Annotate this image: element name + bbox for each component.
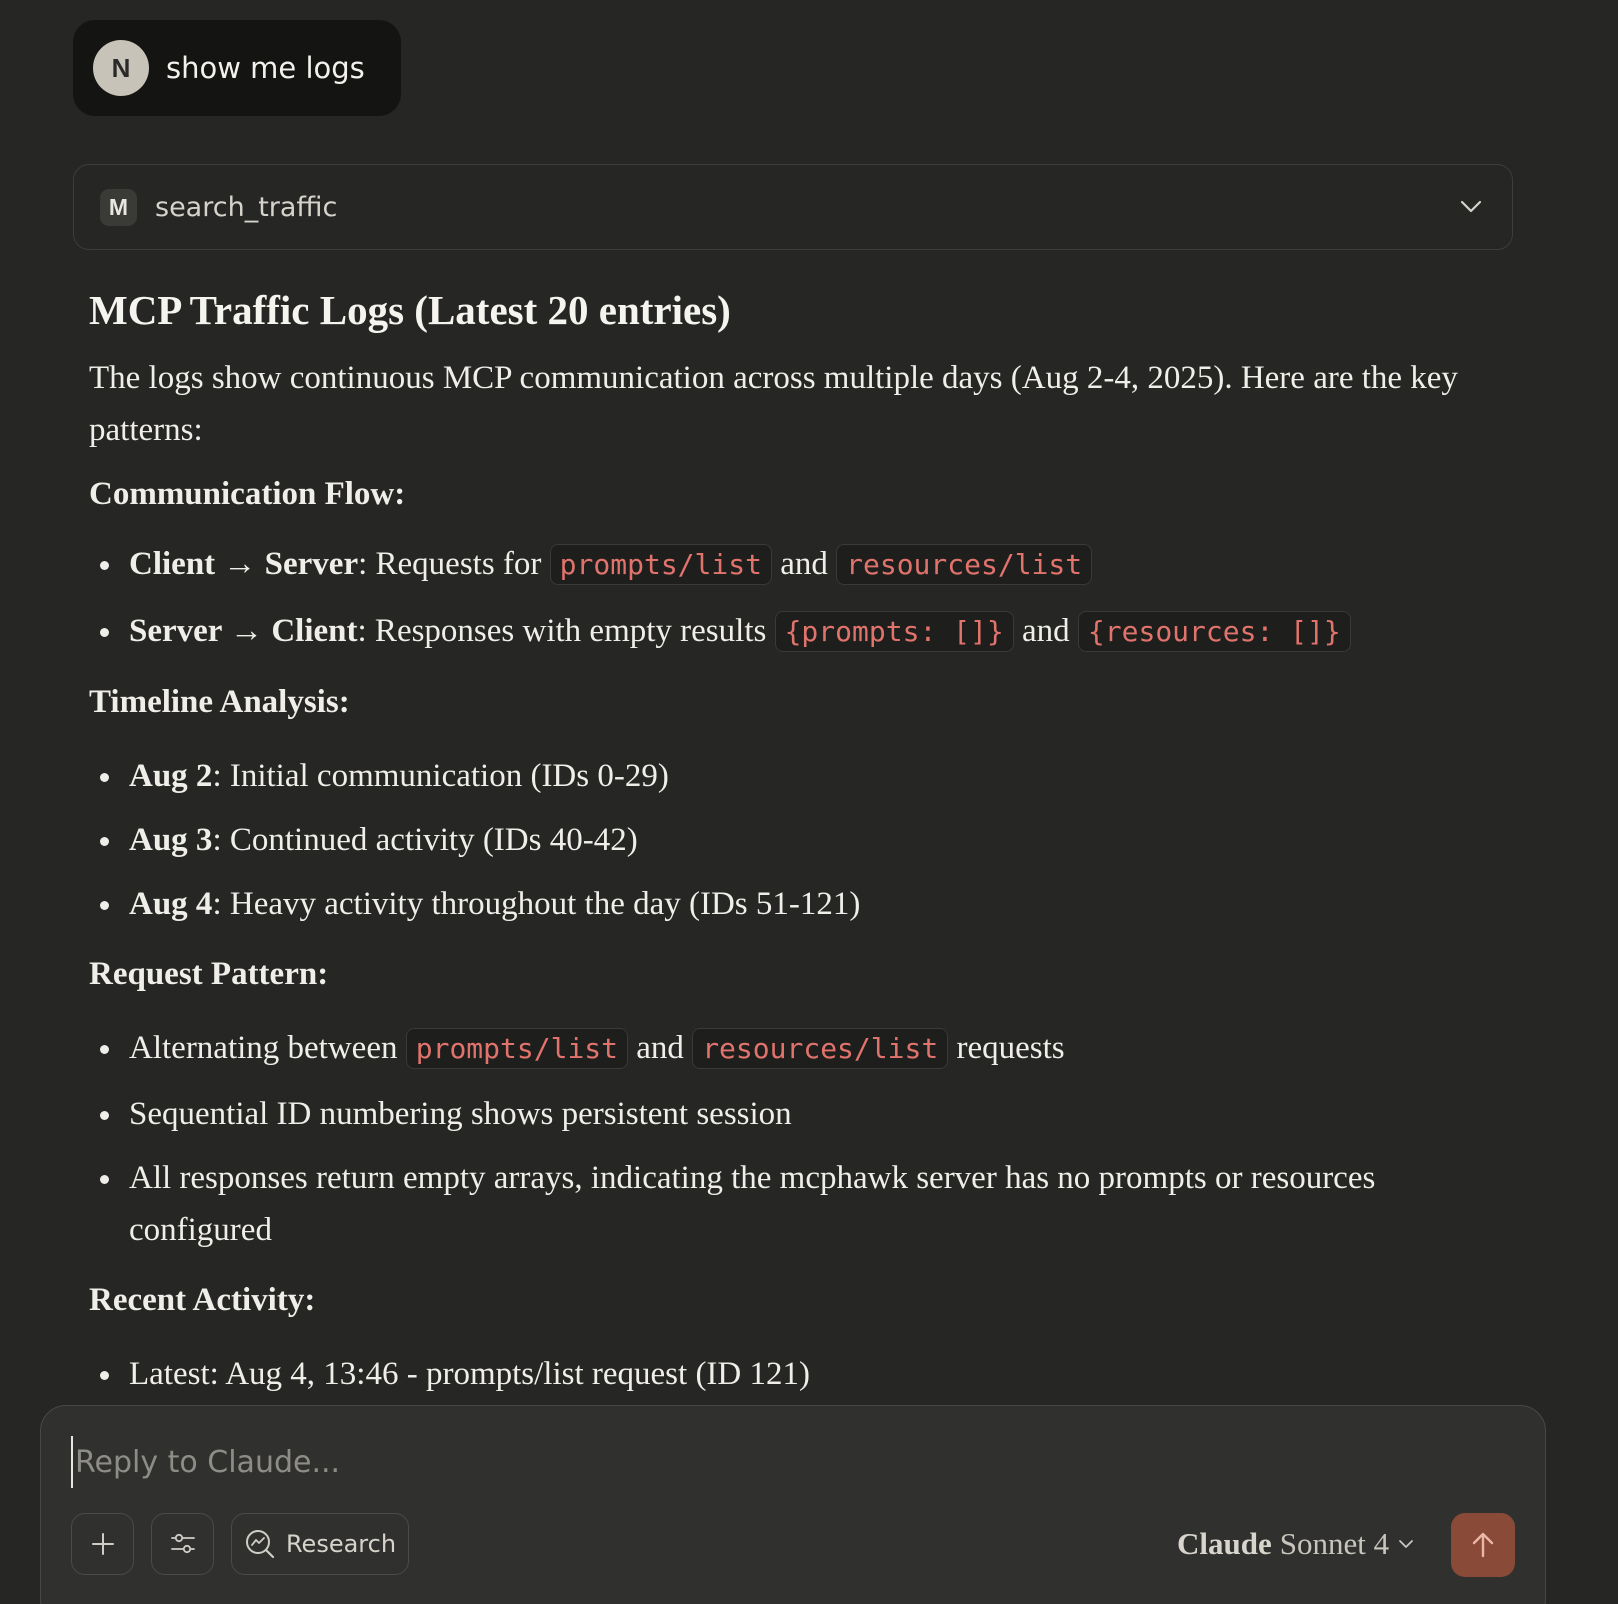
inline-code: resources/list [836,544,1093,585]
section-heading-communication: Communication Flow: [89,476,406,512]
chevron-down-icon[interactable] [1456,191,1486,221]
assistant-response: MCP Traffic Logs (Latest 20 entries) The… [89,282,1489,1400]
user-message-text: show me logs [166,51,365,85]
tool-call-card[interactable]: M search_traffic [73,164,1513,250]
inline-code: prompts/list [405,1028,629,1069]
sliders-icon [170,1533,195,1554]
list-item-text: Alternating between [129,1030,406,1066]
list-item: Sequential ID numbering shows persistent… [89,1088,1489,1140]
list-item-label: Aug 2 [129,758,213,794]
list-item-label: Server → Client [129,613,358,649]
list-item-text: : Heavy activity throughout the day (IDs… [212,886,861,922]
avatar[interactable]: N [93,40,149,96]
list-item: Aug 3: Continued activity (IDs 40-42) [89,814,1489,866]
inline-code: {resources: []} [1077,611,1351,652]
send-button[interactable] [1451,1513,1515,1577]
add-attachment-button[interactable] [71,1513,134,1575]
list-item-text: requests [948,1030,1065,1066]
inline-code: prompts/list [549,544,772,585]
tool-name: search_traffic [155,191,338,223]
recent-activity-list: Latest: Aug 4, 13:46 - prompts/list requ… [89,1348,1489,1400]
model-name: Sonnet 4 [1279,1526,1390,1561]
list-item: Latest: Aug 4, 13:46 - prompts/list requ… [89,1348,1489,1400]
list-item-text: : Continued activity (IDs 40-42) [212,822,638,858]
tools-button[interactable] [151,1513,214,1575]
request-pattern-list: Alternating between prompts/list and res… [89,1022,1489,1256]
chat-page: N show me logs M search_traffic MCP Traf… [0,0,1618,1604]
model-brand: Claude [1177,1526,1272,1561]
list-item-text: : Requests for [358,546,550,582]
inline-code: resources/list [692,1028,949,1069]
list-item-label: Aug 4 [129,886,213,922]
list-item-text: and [1013,613,1078,649]
list-item-text: and [771,546,837,582]
list-item-text: : Initial communication (IDs 0-29) [212,758,669,794]
reply-input[interactable] [71,1436,1177,1488]
model-selector[interactable]: Claude Sonnet 4 [1177,1520,1417,1568]
section-heading-recent: Recent Activity: [89,1282,316,1318]
user-message: N show me logs [73,20,401,116]
list-item: Alternating between prompts/list and res… [89,1022,1489,1075]
list-item: All responses return empty arrays, indic… [89,1152,1489,1256]
communication-list: Client → Server: Requests for prompts/li… [89,538,1489,658]
plus-icon [91,1533,114,1555]
list-item-text: and [628,1030,693,1066]
list-item-text: : Responses with empty results [357,613,775,649]
mcp-server-badge: M [100,188,137,226]
research-button[interactable]: Research [231,1513,409,1575]
arrow-up-icon [1472,1532,1494,1558]
timeline-list: Aug 2: Initial communication (IDs 0-29) … [89,750,1489,930]
chevron-down-icon [1399,1540,1414,1548]
research-search-icon [245,1530,275,1559]
inline-code: {prompts: []} [774,611,1014,652]
reply-composer: Research Claude Sonnet 4 [40,1405,1546,1604]
list-item: Client → Server: Requests for prompts/li… [89,538,1489,591]
research-label: Research [285,1530,397,1558]
list-item: Aug 4: Heavy activity throughout the day… [89,878,1489,930]
response-title: MCP Traffic Logs (Latest 20 entries) [89,287,731,333]
section-heading-request-pattern: Request Pattern: [89,956,329,992]
list-item: Aug 2: Initial communication (IDs 0-29) [89,750,1489,802]
response-intro: The logs show continuous MCP communicati… [89,360,1458,448]
section-heading-timeline: Timeline Analysis: [89,684,350,720]
list-item: Server → Client: Responses with empty re… [89,605,1489,658]
list-item-label: Aug 3 [129,822,213,858]
list-item-label: Client → Server [129,546,359,582]
